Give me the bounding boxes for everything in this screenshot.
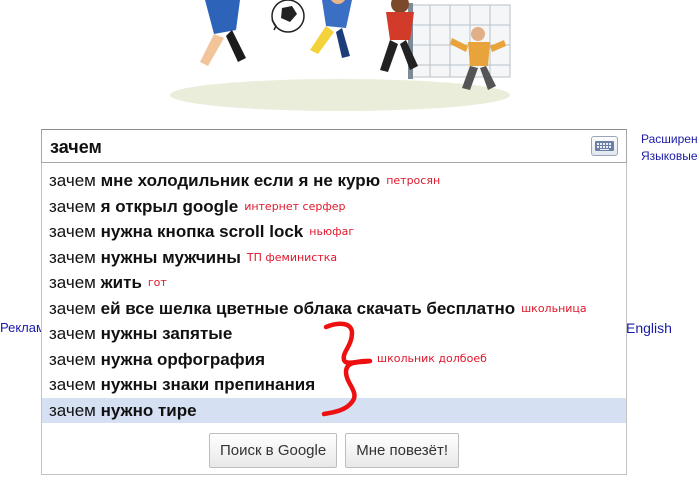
suggestion-item[interactable]: зачем нужны запятые xyxy=(42,321,626,347)
suggestion-item[interactable]: зачем нужно тире xyxy=(42,397,626,423)
search-box xyxy=(41,129,627,163)
suggestion-completion: нужны мужчины xyxy=(100,247,241,267)
suggestion-item[interactable]: зачем нужны знаки препинания xyxy=(42,372,626,398)
suggestion-prefix: зачем xyxy=(49,400,96,420)
suggestion-completion: жить xyxy=(100,273,142,292)
goal-net xyxy=(408,3,511,79)
suggestion-prefix: зачем xyxy=(49,171,96,190)
suggestion-annotation: ньюфаг xyxy=(309,225,355,238)
suggestion-item[interactable]: зачем нужна кнопка scroll lock ньюфаг xyxy=(42,219,626,245)
google-search-button[interactable]: Поиск в Google xyxy=(208,433,338,468)
football-ball xyxy=(271,0,305,33)
suggestions-list: зачем мне холодильник если я не курю петр… xyxy=(42,168,626,423)
suggestion-completion: я открыл google xyxy=(100,196,239,216)
suggestion-annotation: интернет серфер xyxy=(244,199,346,213)
suggestion-prefix: зачем xyxy=(49,247,96,267)
keyboard-icon xyxy=(595,141,614,151)
advanced-search-link[interactable]: Расширен xyxy=(641,132,698,146)
language-tools-link[interactable]: Языковые xyxy=(641,149,698,163)
player-blue-left xyxy=(200,0,246,66)
suggestion-prefix: зачем xyxy=(49,324,96,343)
english-link[interactable]: English xyxy=(626,320,672,336)
suggestions-dropdown: зачем мне холодильник если я не курю петр… xyxy=(41,163,627,475)
suggestion-completion: ей все шелка цветные облака скачать бесп… xyxy=(100,298,516,318)
suggestion-prefix: зачем xyxy=(49,375,96,394)
suggestion-annotation: гот xyxy=(147,276,167,289)
suggestion-item[interactable]: зачем ей все шелка цветные облака скачат… xyxy=(42,296,626,322)
suggestion-completion: нужно тире xyxy=(100,400,197,420)
suggestion-prefix: зачем xyxy=(49,273,96,292)
suggestion-item[interactable]: зачем нужны мужчины ТП феминистка xyxy=(42,245,626,271)
suggestion-annotation: школьница xyxy=(521,301,587,315)
suggestion-item[interactable]: зачем нужна орфография xyxy=(42,347,626,373)
suggestion-item[interactable]: зачем я открыл google интернет серфер xyxy=(42,194,626,220)
virtual-keyboard-button[interactable] xyxy=(591,136,618,156)
doodle-ground xyxy=(170,79,510,111)
suggestion-prefix: зачем xyxy=(49,196,96,216)
feeling-lucky-button[interactable]: Мне повезёт! xyxy=(345,433,460,468)
suggestion-annotation: ТП феминистка xyxy=(246,250,338,264)
suggestion-prefix: зачем xyxy=(49,298,96,318)
suggestion-completion: нужна орфография xyxy=(100,349,266,369)
search-input[interactable] xyxy=(50,135,580,159)
group-annotation-note: школьник долбоеб xyxy=(377,352,487,365)
google-doodle[interactable] xyxy=(0,0,700,122)
suggestion-completion: нужны запятые xyxy=(100,324,233,343)
suggestion-annotation: петросян xyxy=(386,174,441,187)
suggestion-completion: нужна кнопка scroll lock xyxy=(100,222,304,241)
suggestion-completion: мне холодильник если я не курю xyxy=(100,171,381,190)
suggestion-prefix: зачем xyxy=(49,222,96,241)
player-blue-middle xyxy=(310,0,352,58)
suggestion-item[interactable]: зачем мне холодильник если я не курю петр… xyxy=(42,168,626,194)
suggestion-item[interactable]: зачем жить гот xyxy=(42,270,626,296)
advertising-link[interactable]: Реклам xyxy=(0,320,45,335)
suggestion-prefix: зачем xyxy=(49,349,96,369)
suggestion-completion: нужны знаки препинания xyxy=(100,375,316,394)
button-row: Поиск в Google Мне повезёт! xyxy=(42,433,626,468)
